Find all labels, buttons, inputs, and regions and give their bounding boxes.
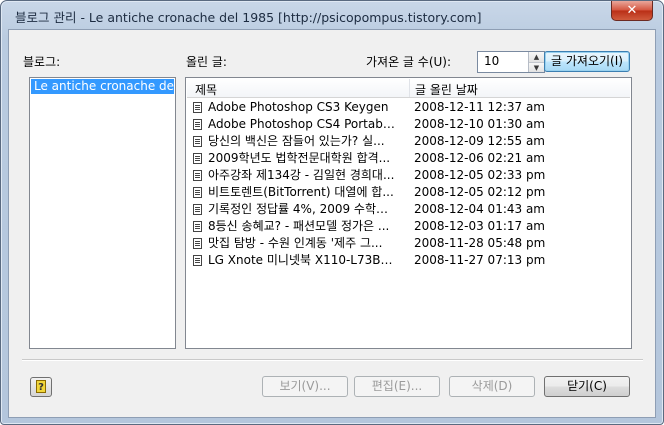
- post-title: Adobe Photoshop CS3 Keygen: [208, 100, 389, 114]
- close-button[interactable]: 닫기(C): [544, 376, 630, 397]
- posts-label: 올린 글:: [186, 55, 227, 69]
- post-date: 2008-12-09 12:55 am: [414, 134, 545, 148]
- document-icon: [193, 153, 202, 164]
- document-icon: [193, 238, 202, 249]
- table-row[interactable]: 8등신 송혜교? - 패션모델 정가은 ... 2008-12-03 01:17 …: [193, 218, 623, 235]
- close-window-button[interactable]: ✕: [611, 1, 653, 21]
- post-title: 아주강좌 제134강 - 김일현 경희대...: [208, 168, 395, 182]
- title-bar[interactable]: 블로그 관리 - Le antiche cronache del 1985 [h…: [1, 1, 663, 29]
- fetch-posts-button[interactable]: 글 가져오기(I): [544, 51, 630, 72]
- post-title: 기록정인 정답률 4%, 2009 수학능...: [208, 202, 398, 216]
- spin-up-arrow-icon[interactable]: ▲: [529, 52, 544, 62]
- fetch-count-label: 가져온 글 수(U):: [366, 55, 452, 69]
- edit-button[interactable]: 편집(E)...: [354, 376, 440, 397]
- column-divider[interactable]: [409, 79, 410, 97]
- document-icon: [193, 136, 202, 147]
- document-icon: [193, 102, 202, 113]
- delete-button[interactable]: 삭제(D): [449, 376, 535, 397]
- spin-down-arrow-icon[interactable]: ▼: [529, 62, 544, 72]
- document-icon: [193, 119, 202, 130]
- table-row[interactable]: 당신의 백신은 잠들어 있는가? 실... 2008-12-09 12:55 am: [193, 133, 623, 150]
- document-icon: [193, 221, 202, 232]
- table-row[interactable]: 2009학년도 법학전문대학원 합격... 2008-12-06 02:21 am: [193, 150, 623, 167]
- document-icon: [193, 255, 202, 266]
- post-date: 2008-12-11 12:37 am: [414, 100, 545, 114]
- table-row[interactable]: 비트토렌트(BitTorrent) 대열에 합... 2008-12-05 02:…: [193, 184, 623, 201]
- post-date: 2008-12-03 01:17 am: [414, 219, 545, 233]
- dialog-window: 블로그 관리 - Le antiche cronache del 1985 [h…: [0, 0, 664, 425]
- table-row[interactable]: LG Xnote 미니넷북 X110-L73BK,... 2008-11-27 0…: [193, 252, 623, 269]
- post-date: 2008-11-27 07:13 pm: [414, 253, 546, 267]
- post-title: 당신의 백신은 잠들어 있는가? 실...: [208, 134, 385, 148]
- footer-divider: [22, 359, 643, 361]
- post-title: 2009학년도 법학전문대학원 합격...: [208, 151, 391, 165]
- view-button[interactable]: 보기(V)...: [262, 376, 348, 397]
- table-header: 제목 글 올린 날짜: [187, 79, 630, 98]
- table-row[interactable]: Adobe Photoshop CS4 Portable ... 2008-12-…: [193, 116, 623, 133]
- post-date: 2008-12-05 02:12 pm: [414, 185, 546, 199]
- document-icon: [193, 204, 202, 215]
- post-title: 비트토렌트(BitTorrent) 대열에 합...: [208, 185, 394, 199]
- post-title: LG Xnote 미니넷북 X110-L73BK,...: [208, 253, 398, 267]
- help-button[interactable]: ?: [30, 377, 52, 397]
- blog-list-item[interactable]: Le antiche cronache del 1985: [31, 79, 174, 94]
- post-date: 2008-12-06 02:21 am: [414, 151, 545, 165]
- post-title: 8등신 송혜교? - 패션모델 정가은 ...: [208, 219, 390, 233]
- post-date: 2008-12-05 02:33 pm: [414, 168, 546, 182]
- column-header-title[interactable]: 제목: [195, 81, 217, 98]
- document-icon: [193, 187, 202, 198]
- post-date: 2008-12-10 01:30 am: [414, 117, 545, 131]
- help-icon: ?: [36, 380, 46, 393]
- post-date: 2008-11-28 05:48 pm: [414, 236, 546, 250]
- fetch-count-value[interactable]: 10: [484, 54, 499, 68]
- table-row[interactable]: Adobe Photoshop CS3 Keygen 2008-12-11 12:…: [193, 99, 623, 116]
- post-date: 2008-12-04 01:43 am: [414, 202, 545, 216]
- table-row[interactable]: 아주강좌 제134강 - 김일현 경희대... 2008-12-05 02:33 …: [193, 167, 623, 184]
- dialog-body: 블로그: Le antiche cronache del 1985 올린 글: …: [8, 29, 656, 418]
- table-row[interactable]: 기록정인 정답률 4%, 2009 수학능... 2008-12-04 01:43…: [193, 201, 623, 218]
- column-header-date[interactable]: 글 올린 날짜: [415, 81, 478, 98]
- post-title: Adobe Photoshop CS4 Portable ...: [208, 117, 398, 131]
- fetch-count-spinner[interactable]: 10 ▲ ▼: [477, 51, 545, 73]
- table-row[interactable]: 맛집 탐방 - 수원 인계동 '제주 그... 2008-11-28 05:48 …: [193, 235, 623, 252]
- post-title: 맛집 탐방 - 수원 인계동 '제주 그...: [208, 236, 383, 250]
- blog-list[interactable]: Le antiche cronache del 1985: [29, 77, 176, 349]
- posts-table[interactable]: 제목 글 올린 날짜 Adobe Photoshop CS3 Keygen 200…: [185, 77, 632, 349]
- blog-label: 블로그:: [23, 55, 61, 69]
- document-icon: [193, 170, 202, 181]
- window-title: 블로그 관리 - Le antiche cronache del 1985 [h…: [15, 10, 482, 25]
- spinner-buttons: ▲ ▼: [528, 52, 544, 72]
